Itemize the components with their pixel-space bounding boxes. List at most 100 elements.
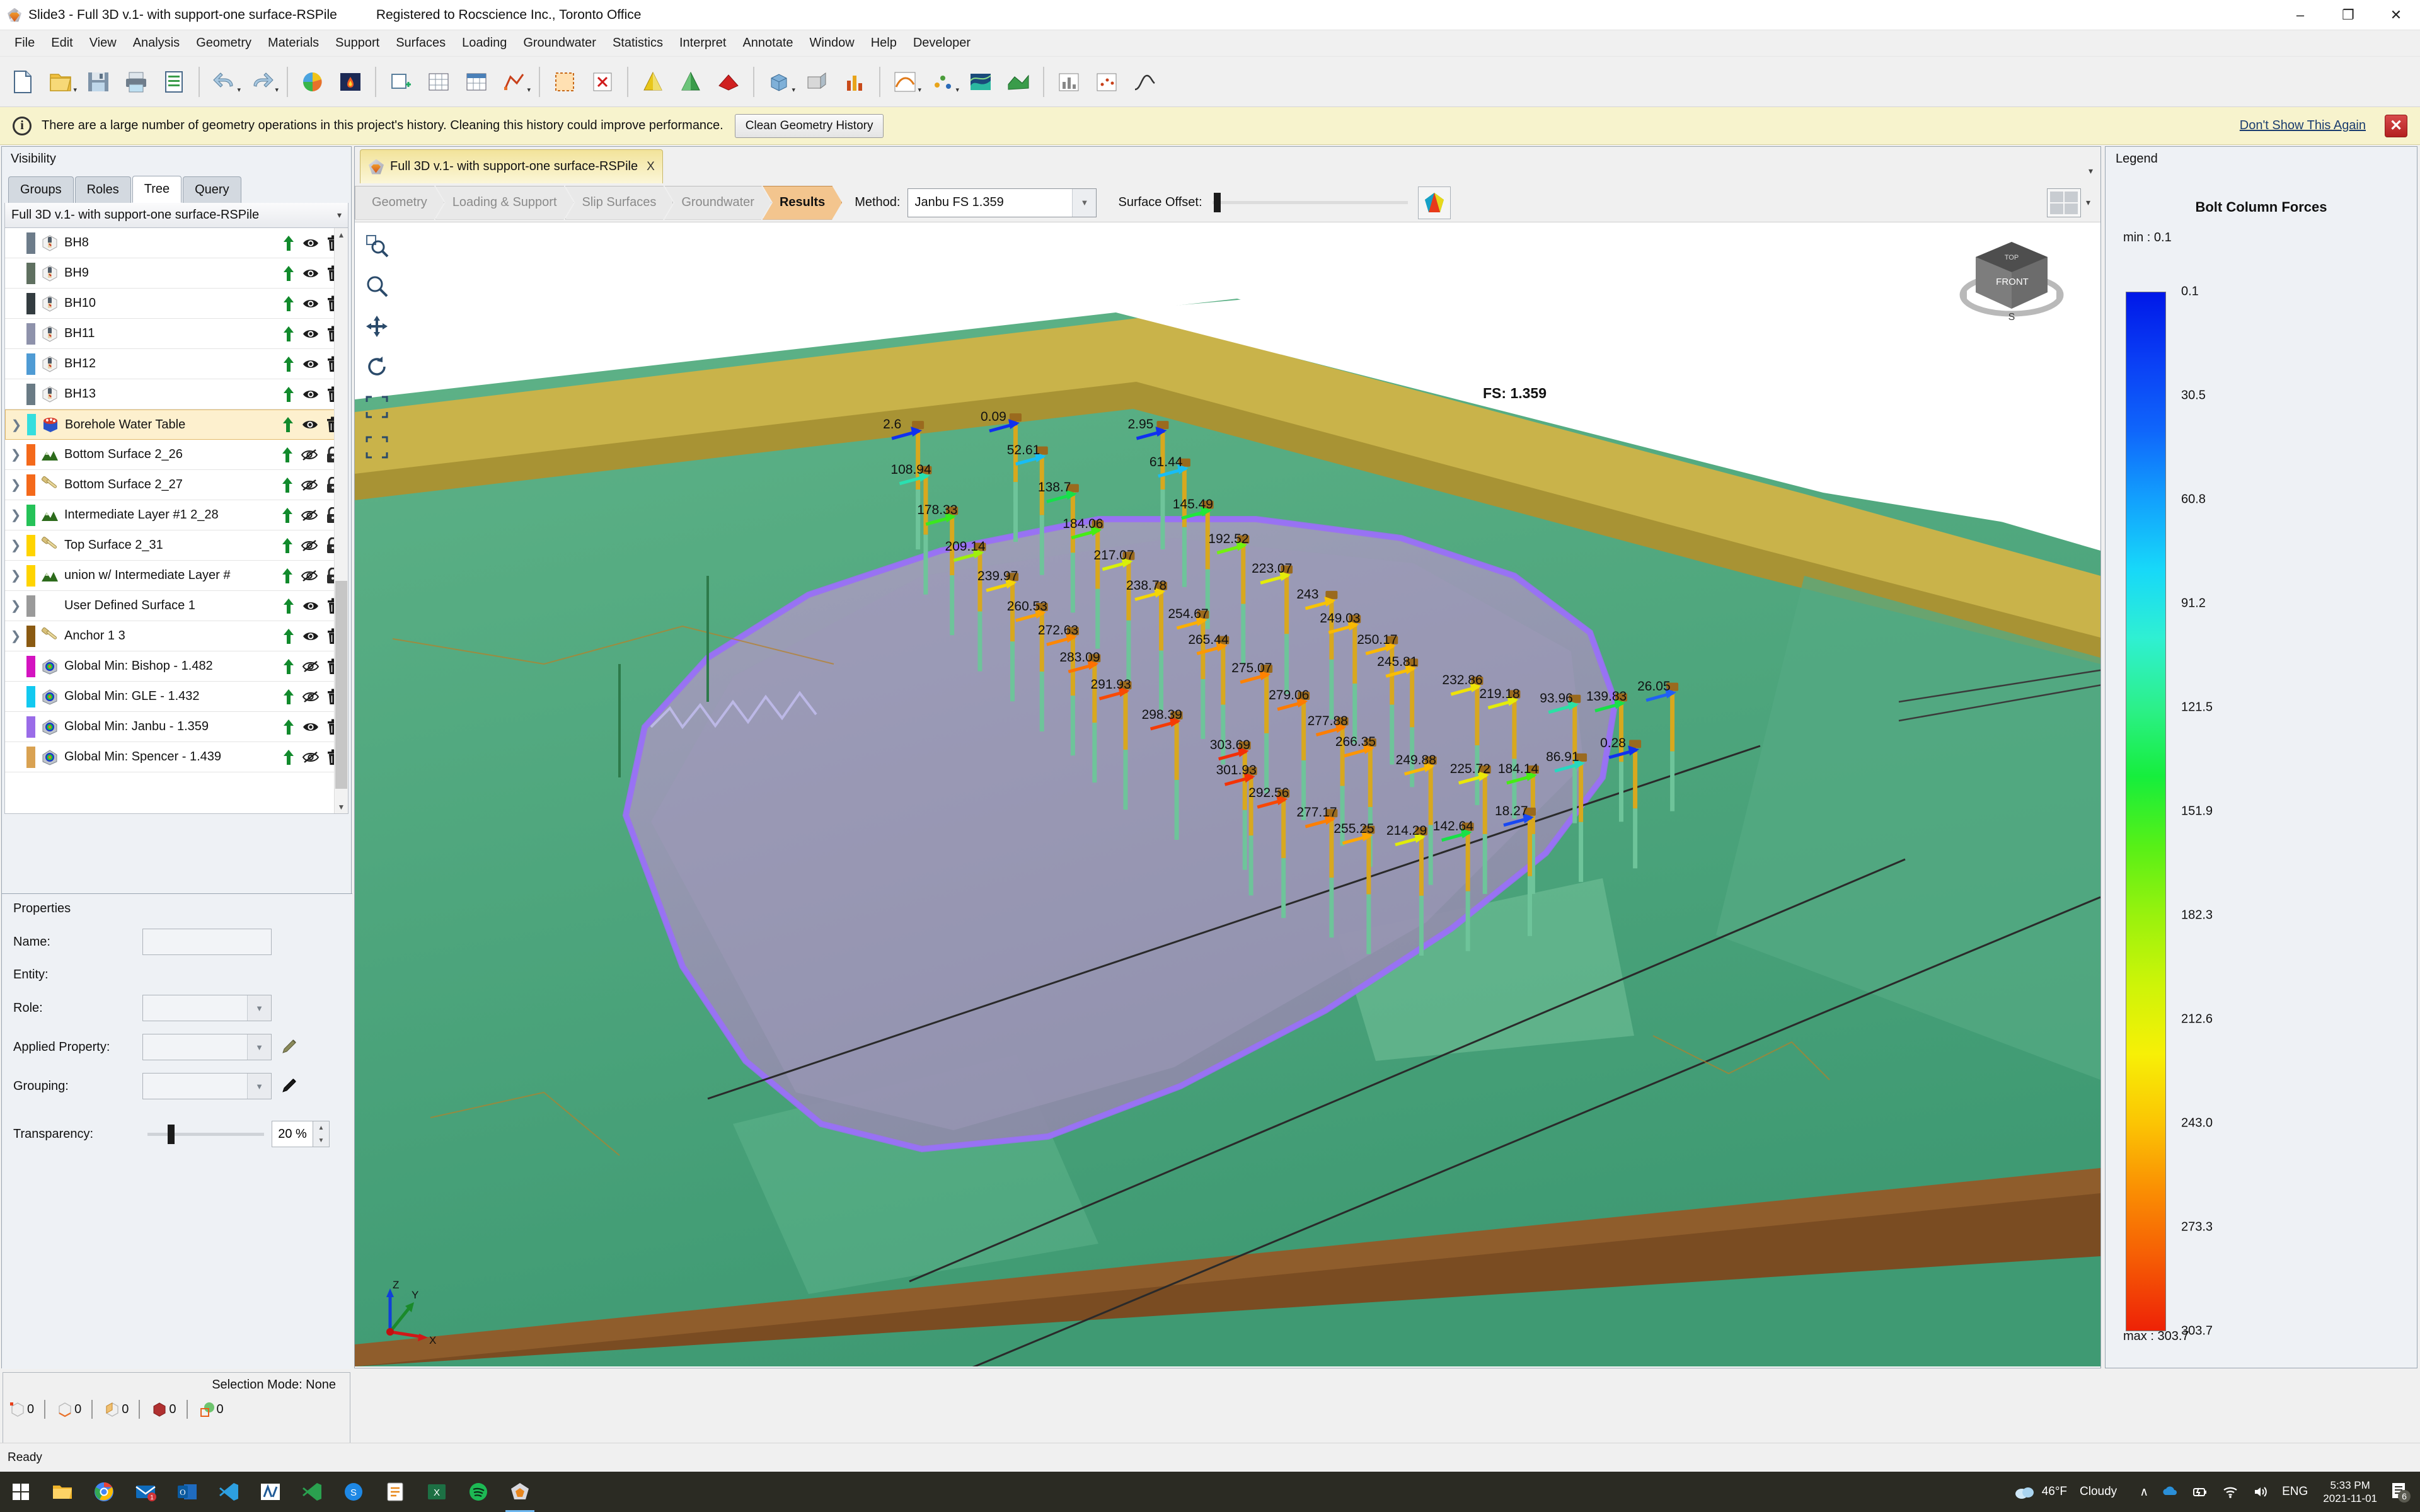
chevron-down-icon[interactable]: ▾ bbox=[918, 86, 921, 94]
slip-surface-icon[interactable]: ▾ bbox=[887, 64, 923, 100]
scroll-down-icon[interactable]: ▼ bbox=[335, 800, 348, 813]
move-up-arrow-icon[interactable] bbox=[282, 265, 295, 282]
print-preview-icon[interactable] bbox=[156, 64, 192, 100]
move-up-arrow-icon[interactable] bbox=[282, 326, 295, 342]
menu-support[interactable]: Support bbox=[327, 33, 388, 54]
menu-analysis[interactable]: Analysis bbox=[125, 33, 188, 54]
tab-roles[interactable]: Roles bbox=[74, 176, 131, 203]
notification-center-button[interactable]: 6 bbox=[2387, 1479, 2412, 1504]
hidden-eye-icon[interactable] bbox=[301, 508, 318, 522]
taskbar-file-explorer-icon[interactable] bbox=[42, 1472, 83, 1512]
contour-display-button[interactable] bbox=[1417, 186, 1451, 219]
bar-chart-icon[interactable] bbox=[1051, 64, 1086, 100]
expander-chevron-icon[interactable]: ❯ bbox=[5, 507, 26, 523]
visible-eye-icon[interactable] bbox=[302, 720, 320, 734]
rotate-icon[interactable] bbox=[360, 346, 394, 387]
expander-chevron-icon[interactable]: ❯ bbox=[6, 417, 27, 433]
wifi-icon[interactable] bbox=[2221, 1483, 2239, 1501]
expander-chevron-icon[interactable]: ❯ bbox=[5, 628, 26, 644]
chevron-down-icon[interactable]: ▾ bbox=[955, 86, 959, 94]
tree-row-bh11[interactable]: BH11 bbox=[5, 319, 348, 349]
print-icon[interactable] bbox=[118, 64, 154, 100]
move-up-arrow-icon[interactable] bbox=[282, 295, 295, 312]
add-geometry-icon[interactable] bbox=[383, 64, 418, 100]
stepper-up-icon[interactable]: ▲ bbox=[313, 1121, 329, 1134]
move-up-arrow-icon[interactable] bbox=[281, 537, 294, 554]
transparency-slider[interactable] bbox=[147, 1124, 264, 1144]
notification-close-icon[interactable]: ✕ bbox=[2385, 114, 2407, 137]
chevron-down-icon[interactable]: ▾ bbox=[275, 86, 279, 94]
tray-expand-chevron-icon[interactable]: ∧ bbox=[2140, 1485, 2148, 1499]
taskbar-vscode-icon[interactable] bbox=[208, 1472, 250, 1512]
move-up-arrow-icon[interactable] bbox=[281, 477, 294, 493]
scroll-up-icon[interactable]: ▲ bbox=[335, 228, 348, 241]
move-up-arrow-icon[interactable] bbox=[282, 749, 295, 765]
chevron-down-icon[interactable]: ▾ bbox=[2089, 166, 2093, 176]
move-up-arrow-icon[interactable] bbox=[282, 416, 294, 433]
menu-file[interactable]: File bbox=[6, 33, 43, 54]
move-up-arrow-icon[interactable] bbox=[282, 628, 295, 644]
minimize-button[interactable]: – bbox=[2276, 0, 2324, 30]
move-up-arrow-icon[interactable] bbox=[282, 598, 295, 614]
menu-materials[interactable]: Materials bbox=[260, 33, 327, 54]
tree-row-bh13[interactable]: BH13 bbox=[5, 379, 348, 410]
battery-charging-icon[interactable] bbox=[2191, 1483, 2209, 1501]
visible-eye-icon[interactable] bbox=[302, 266, 320, 280]
zoom-icon[interactable] bbox=[360, 266, 394, 306]
weather-description[interactable]: Cloudy bbox=[2080, 1485, 2117, 1499]
step-results[interactable]: Results bbox=[763, 186, 842, 220]
table-icon[interactable] bbox=[459, 64, 494, 100]
step-geometry[interactable]: Geometry bbox=[355, 186, 444, 220]
document-tab[interactable]: Full 3D v.1- with support-one surface-RS… bbox=[360, 149, 663, 183]
tree-row-anchor-1-3[interactable]: ❯ Anchor 1 3 bbox=[5, 621, 348, 651]
menu-developer[interactable]: Developer bbox=[905, 33, 979, 54]
count-solid[interactable]: 0 bbox=[150, 1400, 176, 1419]
hidden-eye-icon[interactable] bbox=[301, 478, 318, 492]
save-icon[interactable] bbox=[81, 64, 116, 100]
expander-chevron-icon[interactable]: ❯ bbox=[5, 568, 26, 583]
menu-window[interactable]: Window bbox=[802, 33, 863, 54]
zoom-selection-icon[interactable] bbox=[360, 427, 394, 467]
maximize-button[interactable]: ❐ bbox=[2324, 0, 2372, 30]
transparency-value[interactable]: 20 % bbox=[272, 1121, 313, 1147]
taskbar-excel-icon[interactable]: X bbox=[416, 1472, 458, 1512]
transparency-stepper[interactable]: ▲ ▼ bbox=[313, 1121, 330, 1147]
project-settings-icon[interactable] bbox=[295, 64, 330, 100]
tree-row-union-w-intermediate-layer[interactable]: ❯ union w/ Intermediate Layer # bbox=[5, 561, 348, 591]
count-group[interactable]: 0 bbox=[198, 1400, 224, 1419]
close-button[interactable]: ✕ bbox=[2372, 0, 2420, 30]
onedrive-icon[interactable] bbox=[2161, 1483, 2179, 1501]
redo-icon[interactable]: ▾ bbox=[245, 64, 280, 100]
viewport-3d[interactable]: 2.6 0.09 2.95 52.61 61.44 108.94 138.7 145.49 17… bbox=[355, 223, 2100, 1366]
input-language[interactable]: ENG bbox=[2282, 1485, 2308, 1499]
chevron-down-icon[interactable]: ▾ bbox=[2086, 197, 2090, 208]
step-slip-surfaces[interactable]: Slip Surfaces bbox=[565, 186, 674, 220]
scrollbar-thumb[interactable] bbox=[335, 581, 347, 789]
applied-property-select[interactable]: ▼ bbox=[142, 1034, 272, 1060]
hidden-eye-icon[interactable] bbox=[302, 660, 320, 673]
tree-list[interactable]: BH8 BH9 BH10 BH11 BH12 BH13 ❯ Borehole Water Ta… bbox=[4, 228, 349, 814]
tree-row-global-min-bishop-1-482[interactable]: Global Min: Bishop - 1.482 bbox=[5, 651, 348, 682]
navigation-cube[interactable]: FRONT TOP S bbox=[1952, 234, 2071, 329]
menu-annotate[interactable]: Annotate bbox=[734, 33, 801, 54]
taskbar-skype-icon[interactable]: S bbox=[333, 1472, 374, 1512]
menu-loading[interactable]: Loading bbox=[454, 33, 515, 54]
tree-row-bottom-surface-2-27[interactable]: ❯ Bottom Surface 2_27 bbox=[5, 470, 348, 500]
materials-icon[interactable] bbox=[333, 64, 368, 100]
step-groundwater[interactable]: Groundwater bbox=[664, 186, 771, 220]
taskbar-slide3-icon[interactable] bbox=[499, 1472, 541, 1512]
move-up-arrow-icon[interactable] bbox=[282, 356, 295, 372]
chevron-down-icon[interactable]: ▾ bbox=[337, 210, 342, 220]
chevron-down-icon[interactable]: ▼ bbox=[247, 1034, 271, 1060]
name-input[interactable] bbox=[142, 929, 272, 955]
clock[interactable]: 5:33 PM 2021-11-01 bbox=[2323, 1479, 2377, 1506]
taskbar-spotify-icon[interactable] bbox=[458, 1472, 499, 1512]
tree-root-selector[interactable]: Full 3D v.1- with support-one surface-RS… bbox=[4, 203, 349, 228]
grid-icon[interactable] bbox=[421, 64, 456, 100]
count-face[interactable]: 0 bbox=[103, 1400, 129, 1419]
cone-geometry-icon[interactable] bbox=[635, 64, 671, 100]
menu-geometry[interactable]: Geometry bbox=[188, 33, 260, 54]
zoom-window-icon[interactable] bbox=[360, 226, 394, 266]
menu-groundwater[interactable]: Groundwater bbox=[515, 33, 604, 54]
tree-row-user-defined-surface-1[interactable]: ❯ User Defined Surface 1 bbox=[5, 591, 348, 621]
